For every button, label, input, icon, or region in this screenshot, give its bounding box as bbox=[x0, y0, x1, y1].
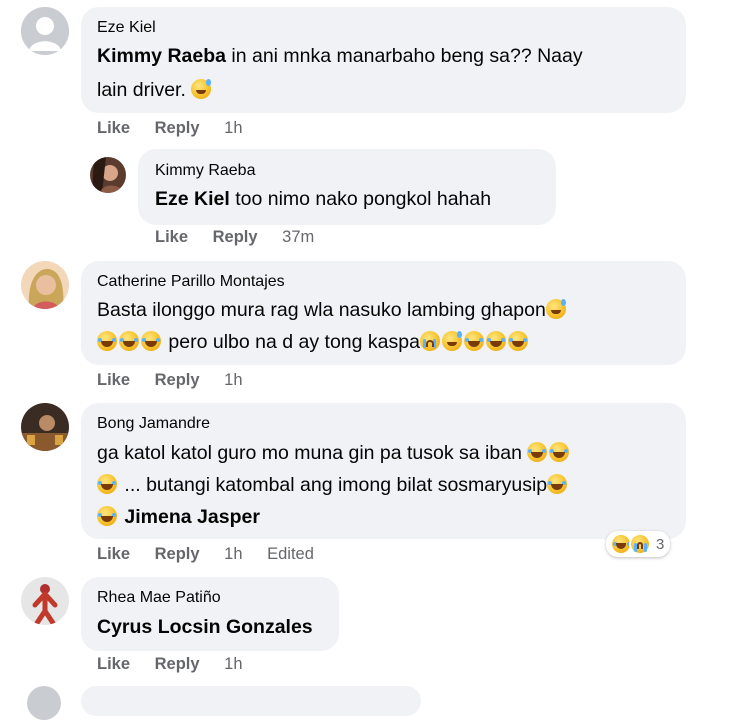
comment-text-line: ga katol katol guro mo muna gin pa tusok… bbox=[97, 438, 571, 469]
reaction-summary[interactable]: 3 bbox=[606, 531, 671, 557]
comment-text: pero ulbo na d ay tong kaspa bbox=[163, 331, 420, 353]
reply-button[interactable]: Reply bbox=[155, 655, 200, 674]
comment-text-line: Cyrus Locsin Gonzales bbox=[97, 612, 313, 643]
comment-bubble bbox=[81, 686, 421, 716]
comment-actions: Like Reply 37m bbox=[155, 228, 314, 247]
comment-text: ... butangi katombal ang imong bilat sos… bbox=[119, 474, 548, 496]
crying-emoji bbox=[419, 331, 440, 351]
laughing-emoji bbox=[547, 474, 568, 494]
laughing-emoji bbox=[549, 442, 570, 462]
like-button[interactable]: Like bbox=[97, 545, 130, 564]
comment-text-line: Basta ilonggo mura rag wla nasuko lambin… bbox=[97, 295, 568, 326]
reply-button[interactable]: Reply bbox=[155, 545, 200, 564]
laughing-emoji bbox=[485, 331, 506, 351]
laughing-emoji bbox=[97, 506, 117, 526]
comment-text: Basta ilonggo mura rag wla nasuko lambin… bbox=[97, 299, 546, 321]
comment-actions: Like Reply 1h bbox=[97, 119, 243, 138]
comment-actions: Like Reply 1h Edited bbox=[97, 545, 314, 564]
avatar-bong-jamandre[interactable] bbox=[21, 403, 69, 451]
reply-button[interactable]: Reply bbox=[155, 371, 200, 390]
like-button[interactable]: Like bbox=[155, 228, 188, 247]
comment-text-line: Eze Kiel too nimo nako pongkol hahah bbox=[155, 184, 491, 215]
default-avatar-icon bbox=[21, 7, 69, 55]
grinning-sweat-emoji bbox=[545, 299, 566, 319]
comment-text-line: Jimena Jasper bbox=[97, 502, 260, 533]
mention-link[interactable]: Eze Kiel bbox=[155, 188, 230, 210]
comment-actions: Like Reply 1h bbox=[97, 655, 243, 674]
comment-text: lain driver. bbox=[97, 79, 192, 101]
comment-author[interactable]: Bong Jamandre bbox=[97, 415, 210, 433]
reply-button[interactable]: Reply bbox=[213, 228, 258, 247]
timestamp[interactable]: 37m bbox=[282, 228, 314, 247]
timestamp[interactable]: 1h bbox=[224, 545, 242, 564]
comment-author[interactable]: Eze Kiel bbox=[97, 19, 156, 37]
grinning-sweat-emoji bbox=[191, 79, 212, 99]
avatar-kimmy-raeba[interactable] bbox=[90, 157, 126, 193]
avatar-next-comment[interactable] bbox=[27, 686, 61, 720]
comment-text-line: lain driver. bbox=[97, 75, 213, 106]
timestamp[interactable]: 1h bbox=[224, 119, 242, 138]
comment-actions: Like Reply 1h bbox=[97, 371, 243, 390]
profile-photo-icon bbox=[21, 403, 69, 451]
edited-label[interactable]: Edited bbox=[267, 545, 314, 564]
reaction-count: 3 bbox=[656, 535, 665, 553]
mention-link[interactable]: Cyrus Locsin Gonzales bbox=[97, 616, 313, 638]
laughing-emoji bbox=[97, 331, 117, 351]
comment-text-line: Kimmy Raeba in ani mnka manarbaho beng s… bbox=[97, 41, 583, 72]
avatar-eze-kiel[interactable] bbox=[21, 7, 69, 55]
mention-link[interactable]: Jimena Jasper bbox=[124, 506, 260, 528]
timestamp[interactable]: 1h bbox=[224, 371, 242, 390]
comment-text: ga katol katol guro mo muna gin pa tusok… bbox=[97, 442, 528, 464]
laughing-emoji bbox=[119, 331, 139, 351]
profile-photo-icon bbox=[21, 577, 69, 625]
comment-author[interactable]: Rhea Mae Patiño bbox=[97, 589, 221, 607]
like-button[interactable]: Like bbox=[97, 119, 130, 138]
comment-text-line: ... butangi katombal ang imong bilat sos… bbox=[97, 470, 569, 501]
laughing-emoji bbox=[527, 442, 548, 462]
comment-text: too nimo nako pongkol hahah bbox=[229, 188, 492, 210]
grinning-sweat-emoji bbox=[441, 331, 462, 351]
laughing-emoji bbox=[507, 331, 528, 351]
comment-text: in ani mnka manarbaho beng sa?? Naay bbox=[225, 45, 583, 67]
like-button[interactable]: Like bbox=[97, 371, 130, 390]
wow-emoji bbox=[629, 533, 651, 555]
profile-photo-icon bbox=[21, 261, 69, 309]
mention-link[interactable]: Kimmy Raeba bbox=[97, 45, 226, 67]
comment-author[interactable]: Catherine Parillo Montajes bbox=[97, 273, 285, 291]
avatar-catherine-parillo-montajes[interactable] bbox=[21, 261, 69, 309]
laughing-emoji bbox=[141, 331, 161, 351]
comment-author[interactable]: Kimmy Raeba bbox=[155, 162, 255, 180]
laughing-emoji bbox=[97, 474, 117, 494]
reply-button[interactable]: Reply bbox=[155, 119, 200, 138]
comment-text-line: pero ulbo na d ay tong kaspa bbox=[97, 327, 530, 358]
profile-photo-icon bbox=[90, 157, 126, 193]
like-button[interactable]: Like bbox=[97, 655, 130, 674]
avatar-rhea-mae-patino[interactable] bbox=[21, 577, 69, 625]
laughing-emoji bbox=[463, 331, 484, 351]
timestamp[interactable]: 1h bbox=[224, 655, 242, 674]
